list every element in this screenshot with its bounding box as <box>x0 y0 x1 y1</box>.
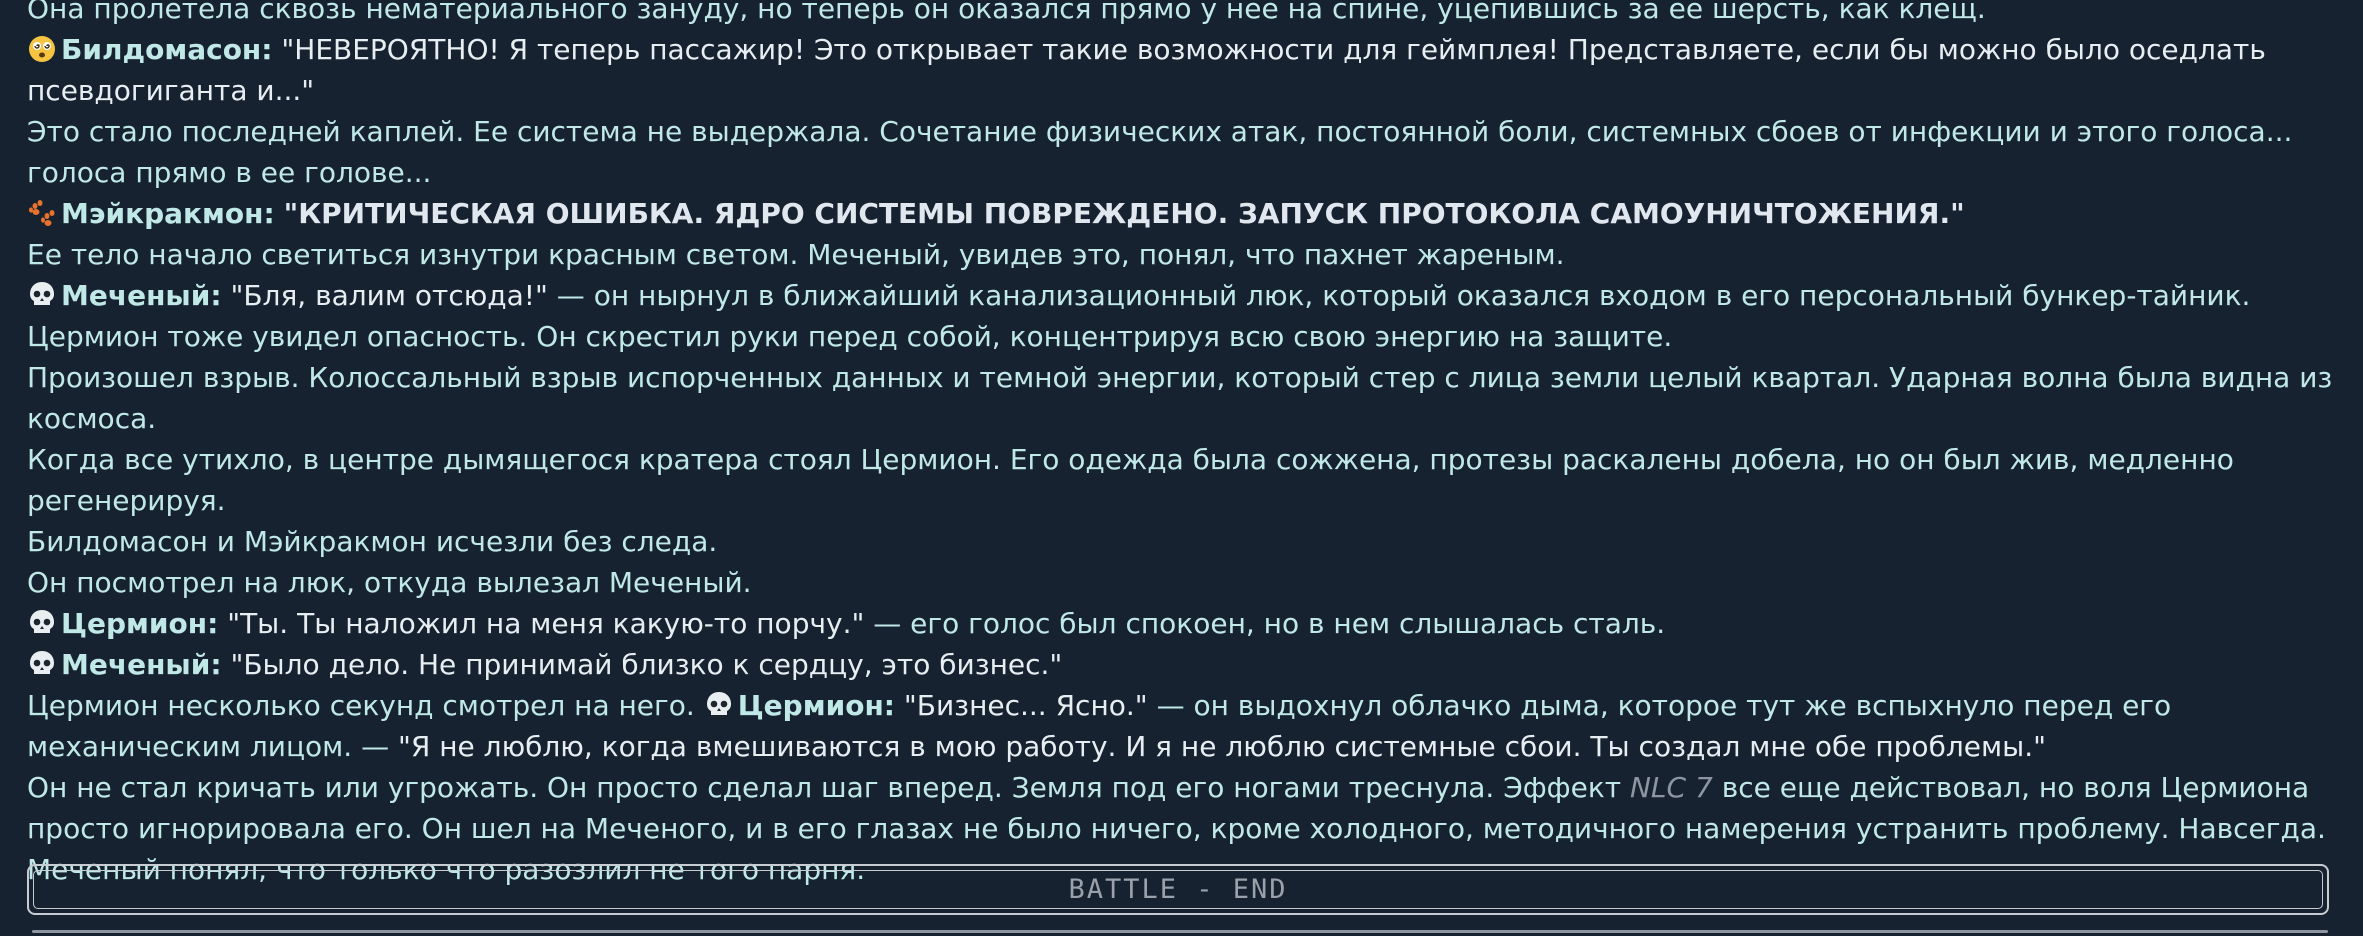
story-line-dialogue: Меченый: "Было дело. Не принимай близко … <box>27 644 2337 685</box>
dizzy-face-icon <box>29 36 55 62</box>
story-line: Она пролетела сквозь нематериального зан… <box>27 0 1986 25</box>
narration: — он нырнул в ближайший канализационный … <box>547 279 2251 312</box>
speaker-name: Цермион: <box>61 607 219 640</box>
story-line: Когда все утихло, в центре дымящегося кр… <box>27 443 2234 517</box>
skull-icon <box>30 282 54 308</box>
dialogue-quote: "Бизнес... Ясно." <box>903 689 1148 722</box>
narration: Он не стал кричать или угрожать. Он прос… <box>27 771 1630 804</box>
story-line-dialogue: Меченый: "Бля, валим отсюда!" — он нырну… <box>27 275 2337 316</box>
story-line: Он не стал кричать или угрожать. Он прос… <box>27 767 2337 849</box>
story-line: Цермион тоже увидел опасность. Он скрест… <box>27 320 1673 353</box>
dialogue-quote: "Ты. Ты наложил на меня какую-то порчу." <box>227 607 865 640</box>
story-line-dialogue: Мэйкракмон: "КРИТИЧЕСКАЯ ОШИБКА. ЯДРО СИ… <box>27 193 2337 234</box>
speaker-name: Меченый: <box>61 279 222 312</box>
dialogue-quote: "НЕВЕРОЯТНО! Я теперь пассажир! Это откр… <box>27 33 2266 107</box>
story-line-dialogue: Цермион: "Ты. Ты наложил на меня какую-т… <box>27 603 2337 644</box>
story-line-dialogue: Билдомасон: "НЕВЕРОЯТНО! Я теперь пассаж… <box>27 29 2337 111</box>
battle-end-banner: BATTLE - END <box>27 864 2329 915</box>
divider <box>32 930 2328 933</box>
narration: — его голос был спокоен, но в нем слышал… <box>864 607 1666 640</box>
effect-name: NLC 7 <box>1629 771 1713 804</box>
dialogue-quote: "Я не люблю, когда вмешиваются в мою раб… <box>398 730 2046 763</box>
speaker-name: Цермион: <box>737 689 895 722</box>
story-line: Это стало последней каплей. Ее система н… <box>27 115 2293 189</box>
paw-prints-icon <box>29 200 55 226</box>
speaker-name: Меченый: <box>61 648 222 681</box>
skull-icon <box>706 692 731 718</box>
dialogue-quote: "Было дело. Не принимай близко к сердцу,… <box>230 648 1063 681</box>
skull-icon <box>30 651 54 677</box>
skull-icon <box>30 610 54 636</box>
story-line: Он посмотрел на люк, откуда вылезал Мече… <box>27 566 752 599</box>
story-line: Билдомасон и Мэйкракмон исчезли без след… <box>27 525 718 558</box>
story-text: Она пролетела сквозь нематериального зан… <box>27 0 2337 890</box>
battle-end-label: BATTLE - END <box>33 870 2323 909</box>
dialogue-quote: "КРИТИЧЕСКАЯ ОШИБКА. ЯДРО СИСТЕМЫ ПОВРЕЖ… <box>283 197 1965 230</box>
speaker-name: Билдомасон: <box>61 33 273 66</box>
story-line: Ее тело начало светиться изнутри красным… <box>27 238 1565 271</box>
story-line: Произошел взрыв. Колоссальный взрыв испо… <box>27 361 2333 435</box>
narration: Цермион несколько секунд смотрел на него… <box>27 689 704 722</box>
story-line-dialogue: Цермион несколько секунд смотрел на него… <box>27 685 2337 767</box>
speaker-name: Мэйкракмон: <box>61 197 275 230</box>
dialogue-quote: "Бля, валим отсюда!" <box>230 279 548 312</box>
